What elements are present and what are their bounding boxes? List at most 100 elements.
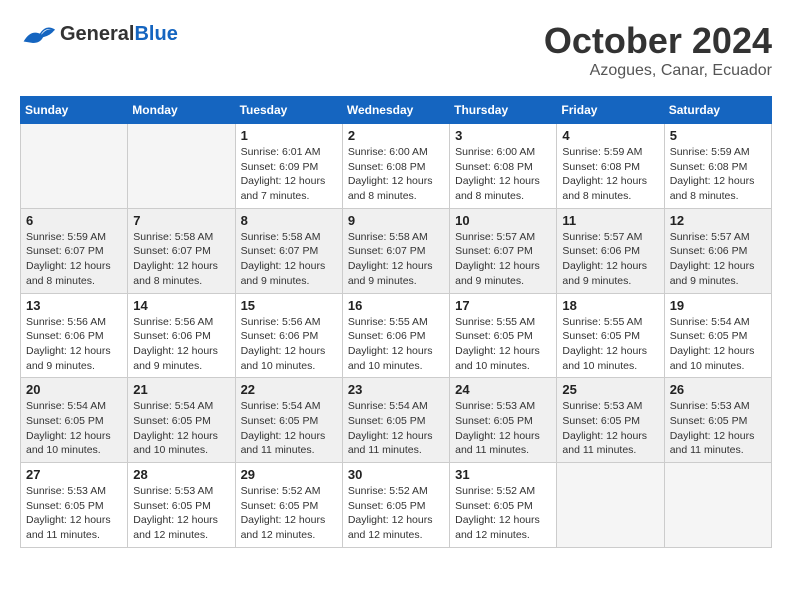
calendar-day-cell: 5 Sunrise: 5:59 AM Sunset: 6:08 PM Daylig… — [664, 124, 771, 209]
calendar-day-cell: 7 Sunrise: 5:58 AM Sunset: 6:07 PM Daylig… — [128, 208, 235, 293]
logo-icon — [20, 20, 56, 48]
calendar-day-cell: 8 Sunrise: 5:58 AM Sunset: 6:07 PM Daylig… — [235, 208, 342, 293]
calendar-day-cell: 29 Sunrise: 5:52 AM Sunset: 6:05 PM Dayli… — [235, 463, 342, 548]
calendar-day-cell: 20 Sunrise: 5:54 AM Sunset: 6:05 PM Dayli… — [21, 378, 128, 463]
day-number: 16 — [348, 298, 444, 313]
calendar-day-cell: 19 Sunrise: 5:54 AM Sunset: 6:05 PM Dayli… — [664, 293, 771, 378]
day-detail: Sunrise: 5:59 AM Sunset: 6:08 PM Dayligh… — [670, 145, 766, 204]
day-number: 5 — [670, 128, 766, 143]
day-number: 2 — [348, 128, 444, 143]
day-detail: Sunrise: 5:54 AM Sunset: 6:05 PM Dayligh… — [348, 399, 444, 458]
weekday-header: Saturday — [664, 97, 771, 124]
calendar-day-cell: 10 Sunrise: 5:57 AM Sunset: 6:07 PM Dayli… — [450, 208, 557, 293]
day-number: 6 — [26, 213, 122, 228]
day-detail: Sunrise: 6:00 AM Sunset: 6:08 PM Dayligh… — [348, 145, 444, 204]
day-number: 12 — [670, 213, 766, 228]
calendar-day-cell: 4Sunrise: 5:59 AM Sunset: 6:08 PM Daylig… — [557, 124, 664, 209]
calendar-day-cell: 28Sunrise: 5:53 AM Sunset: 6:05 PM Dayli… — [128, 463, 235, 548]
month-title: October 2024 — [544, 20, 772, 62]
logo: GeneralBlue — [20, 20, 178, 48]
calendar-day-cell: 11 Sunrise: 5:57 AM Sunset: 6:06 PM Dayli… — [557, 208, 664, 293]
day-detail: Sunrise: 5:56 AM Sunset: 6:06 PM Dayligh… — [26, 315, 122, 374]
day-number: 19 — [670, 298, 766, 313]
day-number: 7 — [133, 213, 229, 228]
calendar-day-cell — [557, 463, 664, 548]
calendar-day-cell: 1Sunrise: 6:01 AM Sunset: 6:09 PM Daylig… — [235, 124, 342, 209]
weekday-header: Friday — [557, 97, 664, 124]
calendar-week-row: 13 Sunrise: 5:56 AM Sunset: 6:06 PM Dayli… — [21, 293, 772, 378]
weekday-header: Wednesday — [342, 97, 449, 124]
day-number: 8 — [241, 213, 337, 228]
calendar-day-cell: 2 Sunrise: 6:00 AM Sunset: 6:08 PM Daylig… — [342, 124, 449, 209]
day-detail: Sunrise: 5:53 AM Sunset: 6:05 PM Dayligh… — [562, 399, 658, 458]
day-detail: Sunrise: 5:52 AM Sunset: 6:05 PM Dayligh… — [455, 484, 551, 543]
day-detail: Sunrise: 5:54 AM Sunset: 6:05 PM Dayligh… — [241, 399, 337, 458]
day-number: 10 — [455, 213, 551, 228]
calendar-day-cell: 15 Sunrise: 5:56 AM Sunset: 6:06 PM Dayli… — [235, 293, 342, 378]
logo-blue: Blue — [134, 23, 177, 45]
calendar-day-cell: 30 Sunrise: 5:52 AM Sunset: 6:05 PM Dayli… — [342, 463, 449, 548]
calendar-day-cell: 22 Sunrise: 5:54 AM Sunset: 6:05 PM Dayli… — [235, 378, 342, 463]
calendar-day-cell: 25 Sunrise: 5:53 AM Sunset: 6:05 PM Dayli… — [557, 378, 664, 463]
day-number: 1 — [241, 128, 337, 143]
day-number: 25 — [562, 382, 658, 397]
calendar-day-cell: 16 Sunrise: 5:55 AM Sunset: 6:06 PM Dayli… — [342, 293, 449, 378]
day-detail: Sunrise: 5:52 AM Sunset: 6:05 PM Dayligh… — [241, 484, 337, 543]
day-detail: Sunrise: 5:58 AM Sunset: 6:07 PM Dayligh… — [133, 230, 229, 289]
day-detail: Sunrise: 5:58 AM Sunset: 6:07 PM Dayligh… — [348, 230, 444, 289]
calendar-day-cell — [664, 463, 771, 548]
day-detail: Sunrise: 5:56 AM Sunset: 6:06 PM Dayligh… — [241, 315, 337, 374]
day-detail: Sunrise: 5:58 AM Sunset: 6:07 PM Dayligh… — [241, 230, 337, 289]
day-number: 22 — [241, 382, 337, 397]
day-detail: Sunrise: 5:54 AM Sunset: 6:05 PM Dayligh… — [26, 399, 122, 458]
day-number: 13 — [26, 298, 122, 313]
day-detail: Sunrise: 6:00 AM Sunset: 6:08 PM Dayligh… — [455, 145, 551, 204]
day-number: 20 — [26, 382, 122, 397]
weekday-header: Monday — [128, 97, 235, 124]
day-number: 31 — [455, 467, 551, 482]
day-number: 23 — [348, 382, 444, 397]
day-detail: Sunrise: 5:57 AM Sunset: 6:07 PM Dayligh… — [455, 230, 551, 289]
day-detail: Sunrise: 5:57 AM Sunset: 6:06 PM Dayligh… — [670, 230, 766, 289]
day-number: 11 — [562, 213, 658, 228]
calendar-day-cell: 14Sunrise: 5:56 AM Sunset: 6:06 PM Dayli… — [128, 293, 235, 378]
calendar-day-cell: 6 Sunrise: 5:59 AM Sunset: 6:07 PM Daylig… — [21, 208, 128, 293]
calendar-day-cell: 12 Sunrise: 5:57 AM Sunset: 6:06 PM Dayli… — [664, 208, 771, 293]
day-detail: Sunrise: 5:55 AM Sunset: 6:06 PM Dayligh… — [348, 315, 444, 374]
day-number: 26 — [670, 382, 766, 397]
calendar-header-row: SundayMondayTuesdayWednesdayThursdayFrid… — [21, 97, 772, 124]
day-number: 3 — [455, 128, 551, 143]
calendar-day-cell: 23 Sunrise: 5:54 AM Sunset: 6:05 PM Dayli… — [342, 378, 449, 463]
day-number: 18 — [562, 298, 658, 313]
calendar: SundayMondayTuesdayWednesdayThursdayFrid… — [20, 96, 772, 548]
day-detail: Sunrise: 5:54 AM Sunset: 6:05 PM Dayligh… — [670, 315, 766, 374]
day-detail: Sunrise: 5:53 AM Sunset: 6:05 PM Dayligh… — [670, 399, 766, 458]
weekday-header: Sunday — [21, 97, 128, 124]
day-number: 30 — [348, 467, 444, 482]
weekday-header: Thursday — [450, 97, 557, 124]
subtitle: Azogues, Canar, Ecuador — [544, 62, 772, 80]
day-detail: Sunrise: 5:56 AM Sunset: 6:06 PM Dayligh… — [133, 315, 229, 374]
calendar-day-cell: 26 Sunrise: 5:53 AM Sunset: 6:05 PM Dayli… — [664, 378, 771, 463]
day-detail: Sunrise: 5:59 AM Sunset: 6:07 PM Dayligh… — [26, 230, 122, 289]
calendar-day-cell — [128, 124, 235, 209]
calendar-day-cell: 31 Sunrise: 5:52 AM Sunset: 6:05 PM Dayli… — [450, 463, 557, 548]
header: GeneralBlue October 2024 Azogues, Canar,… — [20, 20, 772, 80]
day-detail: Sunrise: 5:54 AM Sunset: 6:05 PM Dayligh… — [133, 399, 229, 458]
day-detail: Sunrise: 5:53 AM Sunset: 6:05 PM Dayligh… — [133, 484, 229, 543]
calendar-week-row: 6 Sunrise: 5:59 AM Sunset: 6:07 PM Daylig… — [21, 208, 772, 293]
day-number: 24 — [455, 382, 551, 397]
day-number: 29 — [241, 467, 337, 482]
calendar-day-cell: 27Sunrise: 5:53 AM Sunset: 6:05 PM Dayli… — [21, 463, 128, 548]
day-number: 27 — [26, 467, 122, 482]
calendar-week-row: 1Sunrise: 6:01 AM Sunset: 6:09 PM Daylig… — [21, 124, 772, 209]
day-detail: Sunrise: 5:52 AM Sunset: 6:05 PM Dayligh… — [348, 484, 444, 543]
calendar-day-cell — [21, 124, 128, 209]
day-number: 4 — [562, 128, 658, 143]
calendar-day-cell: 24Sunrise: 5:53 AM Sunset: 6:05 PM Dayli… — [450, 378, 557, 463]
weekday-header: Tuesday — [235, 97, 342, 124]
calendar-day-cell: 21Sunrise: 5:54 AM Sunset: 6:05 PM Dayli… — [128, 378, 235, 463]
day-detail: Sunrise: 5:57 AM Sunset: 6:06 PM Dayligh… — [562, 230, 658, 289]
day-number: 15 — [241, 298, 337, 313]
calendar-day-cell: 18Sunrise: 5:55 AM Sunset: 6:05 PM Dayli… — [557, 293, 664, 378]
